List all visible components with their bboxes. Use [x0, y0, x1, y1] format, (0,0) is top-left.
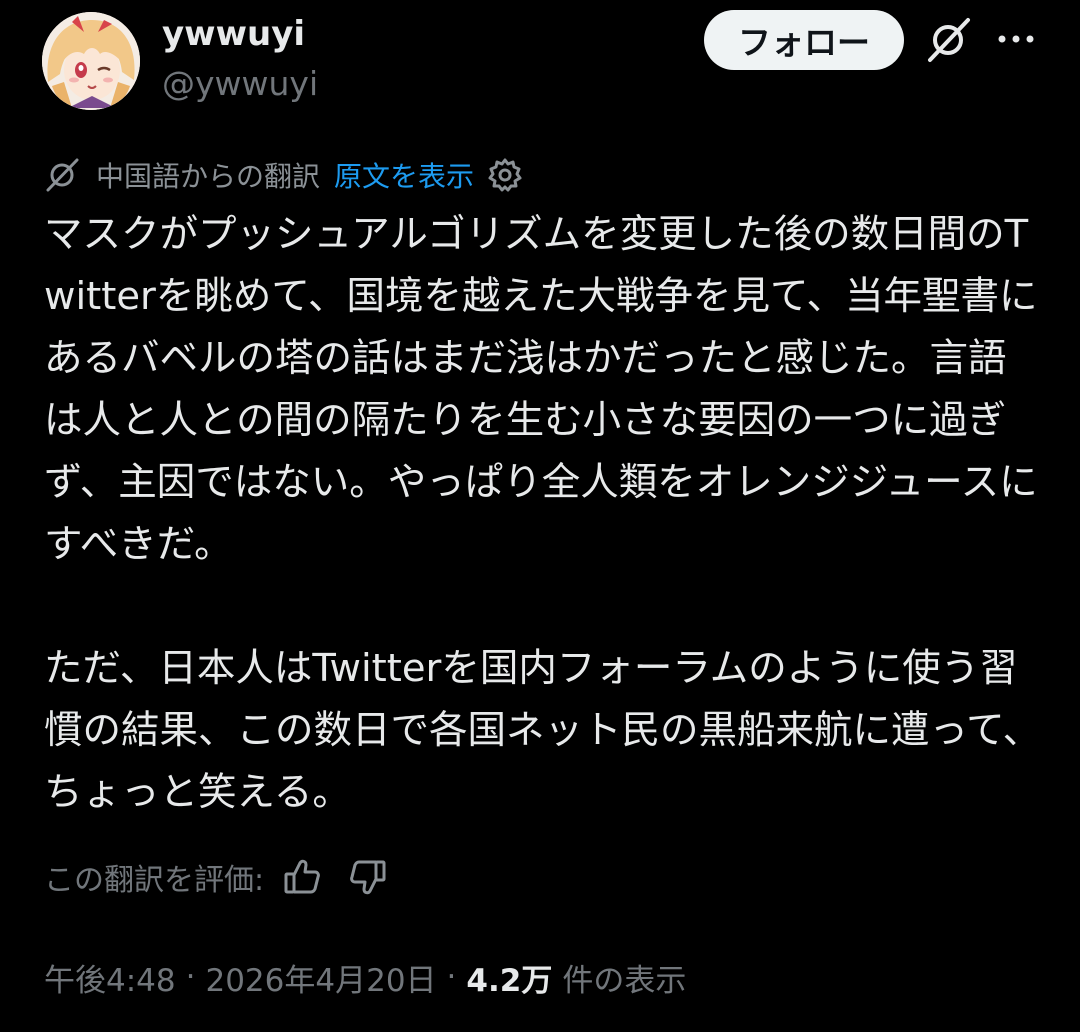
- grok-icon[interactable]: [924, 16, 972, 64]
- thumbs-up-icon[interactable]: [282, 857, 322, 897]
- meta-separator: ·: [446, 959, 457, 995]
- translation-bar: 中国語からの翻訳 原文を表示: [44, 152, 524, 198]
- post-text: マスクがプッシュアルゴリズムを変更した後の数日間のTwitterを眺めて、国境を…: [44, 212, 1042, 815]
- views-label: 件の表示: [562, 962, 687, 999]
- meta-separator: ·: [185, 959, 196, 995]
- views-count[interactable]: 4.2万: [466, 955, 552, 1000]
- post-meta: 午後4:48 · 2026年4月20日 · 4.2万 件の表示: [44, 952, 686, 1002]
- avatar-image: [42, 12, 140, 110]
- handle[interactable]: @ywwuyi: [162, 64, 318, 103]
- avatar[interactable]: [42, 12, 140, 110]
- rate-translation: この翻訳を評価:: [44, 852, 414, 902]
- thumbs-down-icon[interactable]: [348, 857, 388, 897]
- gear-icon[interactable]: [486, 156, 524, 194]
- post-date[interactable]: 2026年4月20日: [205, 955, 436, 1000]
- post-time[interactable]: 午後4:48: [44, 955, 176, 1000]
- translate-grok-icon: [46, 158, 79, 192]
- follow-button[interactable]: フォロー: [704, 10, 904, 70]
- display-name[interactable]: ywwuyi: [162, 14, 305, 54]
- show-original-link[interactable]: 原文を表示: [334, 155, 474, 195]
- more-dots-icon[interactable]: [996, 24, 1036, 54]
- translated-from-label: 中国語からの翻訳: [96, 160, 321, 193]
- rate-translation-label: この翻訳を評価:: [44, 863, 265, 898]
